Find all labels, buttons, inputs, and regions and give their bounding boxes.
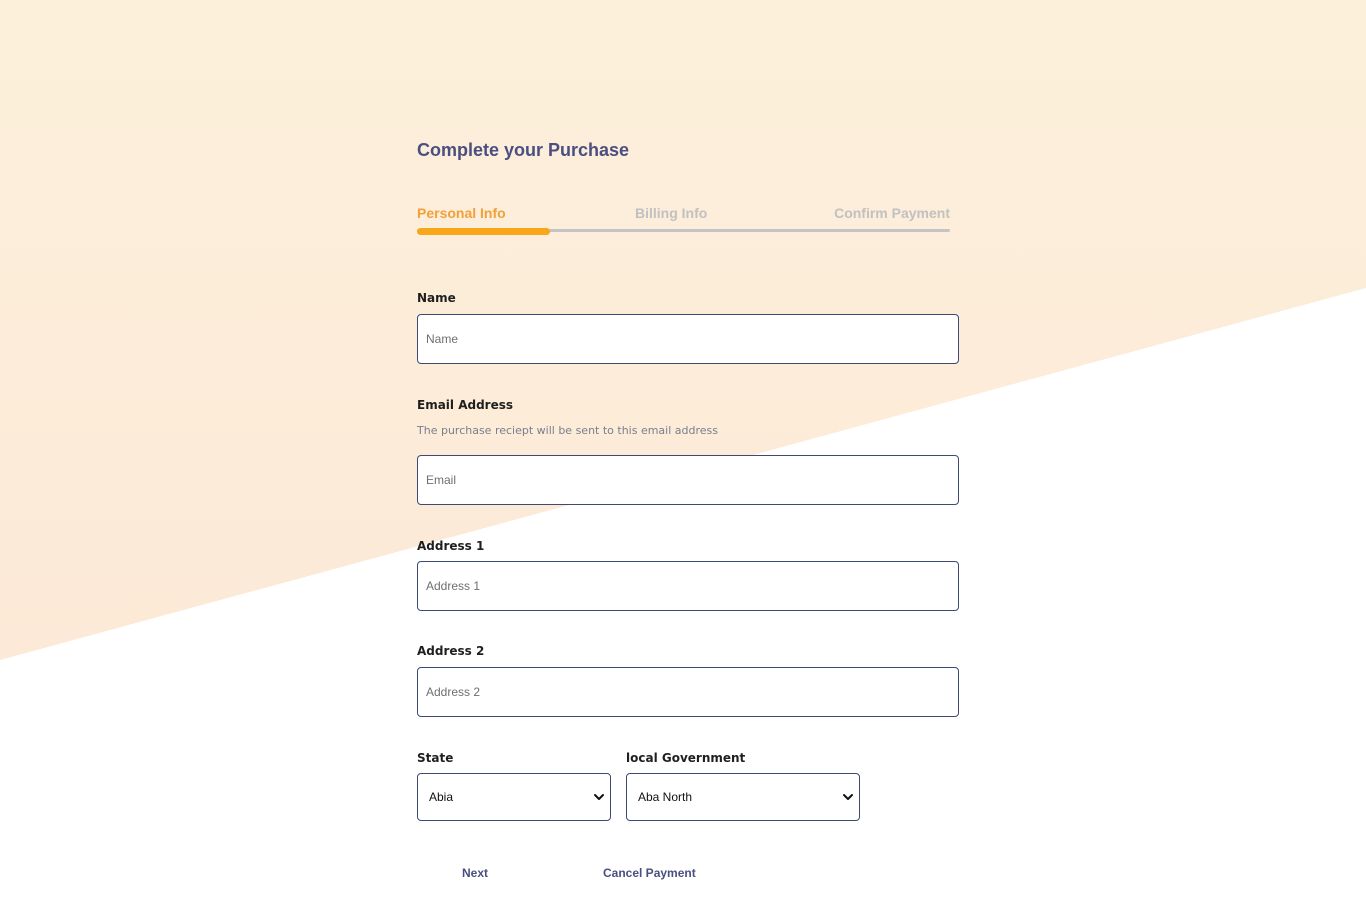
page-title: Complete your Purchase: [417, 140, 630, 160]
progress-stepper: Personal Info Billing Info Confirm Payme…: [417, 205, 950, 237]
state-selected-value: Abia: [429, 790, 454, 804]
checkout-panel: Complete your Purchase Personal Info Bil…: [417, 0, 977, 911]
state-select[interactable]: Abia: [417, 773, 611, 821]
email-hint: The purchase reciept will be sent to thi…: [417, 424, 719, 437]
step-personal-info[interactable]: Personal Info: [417, 205, 506, 221]
cancel-payment-button[interactable]: Cancel Payment: [603, 866, 696, 880]
local-government-label: local Government: [626, 751, 746, 765]
chevron-down-icon: [843, 794, 853, 800]
email-input[interactable]: [417, 455, 959, 505]
next-button[interactable]: Next: [462, 866, 488, 880]
local-government-selected-value: Aba North: [638, 790, 693, 804]
local-government-select[interactable]: Aba North: [626, 773, 860, 821]
address2-label: Address 2: [417, 644, 485, 658]
name-label: Name: [417, 291, 456, 305]
address1-label: Address 1: [417, 539, 485, 553]
chevron-down-icon: [594, 794, 604, 800]
address2-input[interactable]: [417, 667, 959, 717]
step-confirm-payment[interactable]: Confirm Payment: [834, 205, 950, 221]
progress-fill: [417, 228, 550, 235]
email-label: Email Address: [417, 398, 514, 412]
step-billing-info[interactable]: Billing Info: [635, 205, 707, 221]
address1-input[interactable]: [417, 561, 959, 611]
state-label: State: [417, 751, 454, 765]
name-input[interactable]: [417, 314, 959, 364]
